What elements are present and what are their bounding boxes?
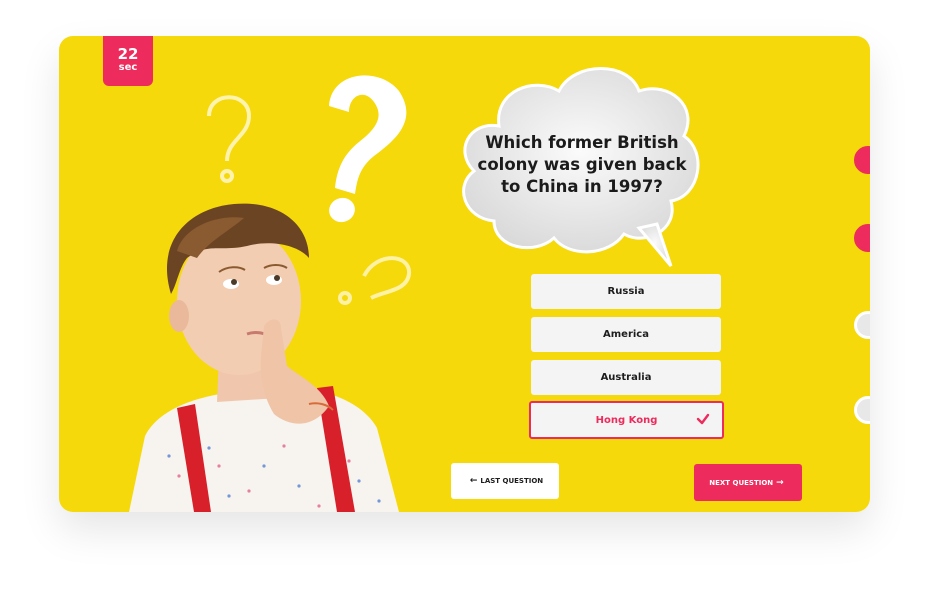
next-question-label: NEXT QUESTION (709, 478, 774, 487)
last-question-button[interactable]: ← LAST QUESTION (451, 463, 559, 499)
quiz-card: 22 sec Which former British colony was g… (59, 36, 870, 512)
check-icon (696, 413, 710, 425)
last-question-label: LAST QUESTION (480, 477, 544, 485)
boy-figure (129, 203, 399, 512)
question-mark-icon (329, 75, 407, 223)
arrow-left-icon: ← (469, 476, 478, 486)
timer-value: 22 (117, 45, 139, 63)
answer-option-hong-kong[interactable]: Hong Kong (529, 401, 724, 439)
question-mark-tilted-icon (338, 256, 411, 305)
answer-option-australia[interactable]: Australia (531, 360, 721, 395)
timer-unit: sec (118, 62, 138, 73)
answer-label: America (603, 329, 649, 340)
next-question-button[interactable]: NEXT QUESTION → (694, 464, 802, 501)
answer-label: Australia (600, 372, 652, 383)
question-text: Which former British colony was given ba… (477, 133, 687, 196)
answer-option-russia[interactable]: Russia (531, 274, 721, 309)
arrow-right-icon: → (776, 477, 784, 488)
answer-label: Russia (607, 286, 645, 297)
question-mark-outline-icon (207, 95, 252, 183)
timer-badge: 22 sec (103, 36, 153, 86)
answer-label: Hong Kong (595, 414, 658, 426)
answer-option-america[interactable]: America (531, 317, 721, 352)
